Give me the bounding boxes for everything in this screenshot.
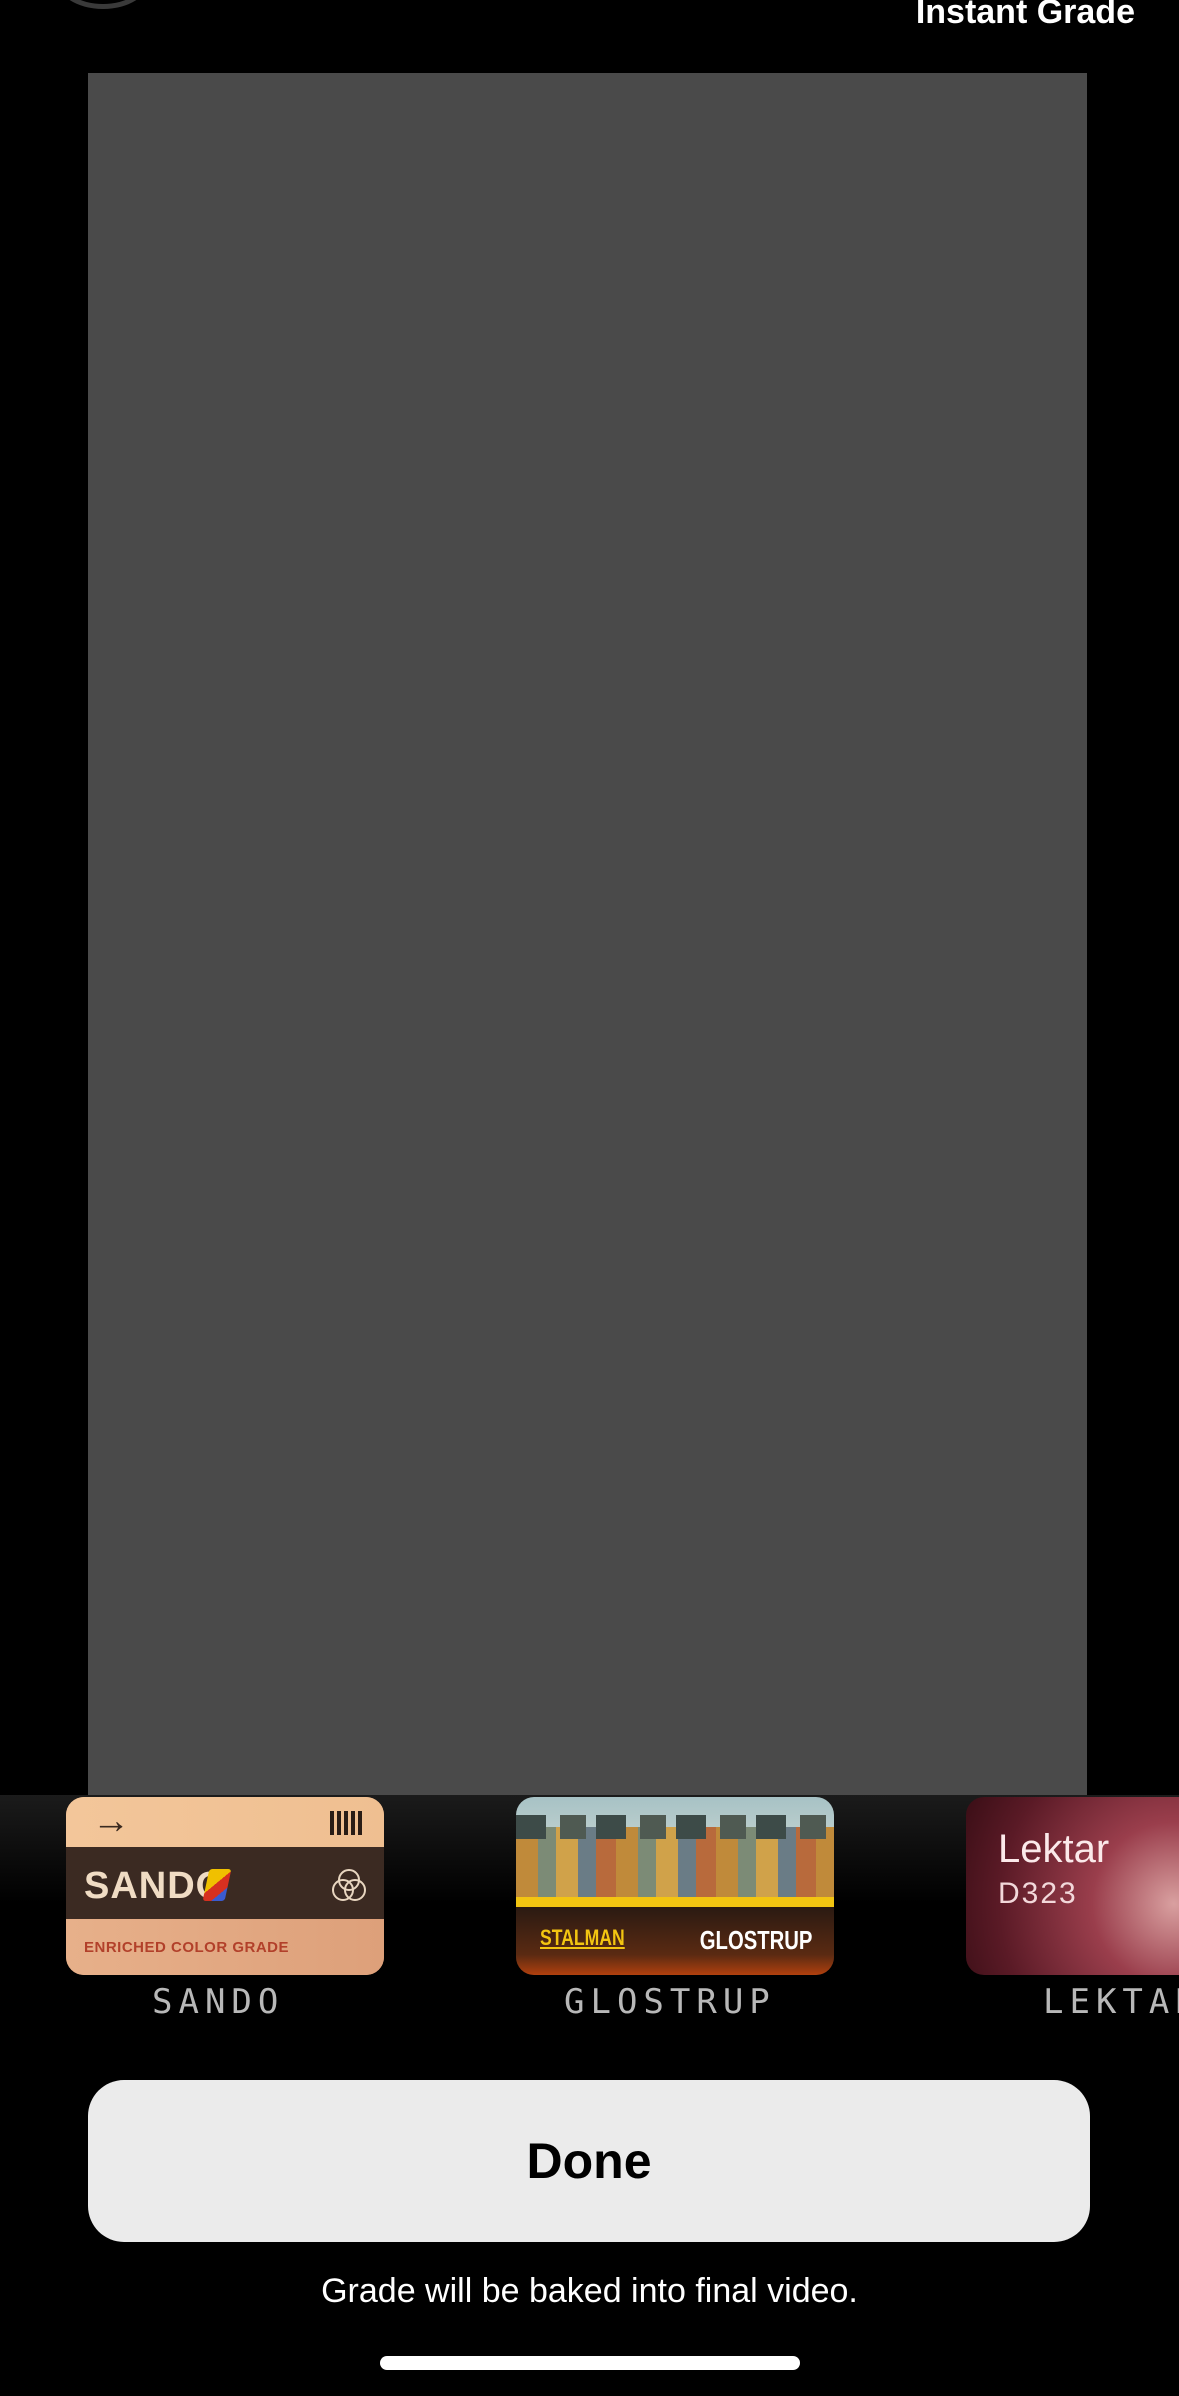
done-button[interactable]: Done (88, 2080, 1090, 2242)
hint-text: Grade will be baked into final video. (321, 2272, 858, 2310)
grade-card-lektar[interactable]: Lektar D323 (966, 1797, 1179, 1975)
barcode-icon (330, 1811, 364, 1835)
card-title: GLOSTRUP (699, 1925, 812, 1955)
card-subtitle: ENRICHED COLOR GRADE (84, 1939, 290, 1956)
card-brand: STALMAN (540, 1925, 625, 1950)
close-button[interactable] (55, 0, 151, 9)
page-title: Instant Grade (915, 0, 1135, 31)
grade-label-glostrup: GLOSTRUP (564, 1982, 776, 2022)
rgb-rings-icon (332, 1869, 366, 1901)
home-indicator[interactable] (380, 2356, 800, 2370)
card-title: Lektar (998, 1827, 1110, 1871)
video-preview (88, 73, 1087, 1795)
grade-label-lektar: LEKTAR (1043, 1982, 1179, 2022)
card-code: D323 (998, 1877, 1078, 1910)
arrow-right-icon: → (92, 1800, 130, 1842)
grade-label-sando: SANDO (152, 1982, 285, 2022)
grade-card-sando[interactable]: → SANDO ENRICHED COLOR GRADE (66, 1797, 384, 1975)
grade-card-glostrup[interactable]: STALMAN GLOSTRUP (516, 1797, 834, 1975)
